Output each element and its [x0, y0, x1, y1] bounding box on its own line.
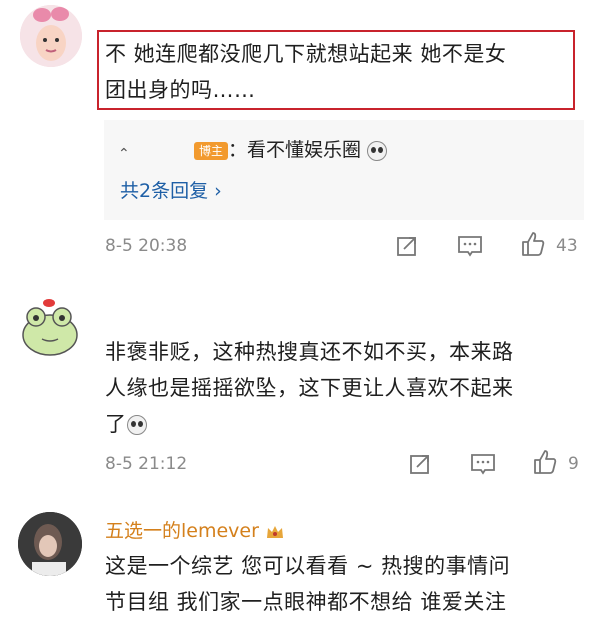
comment-icon[interactable] — [470, 452, 496, 480]
author-badge: 博主 — [194, 141, 229, 160]
comment-text: 这是一个综艺 您可以看看 ~ 热搜的事情问 节目组 我们家一点眼神都不想给 谁爱… — [105, 548, 510, 620]
comment-line: 节目组 我们家一点眼神都不想给 谁爱关注 — [105, 590, 507, 614]
comment-icon[interactable] — [457, 234, 483, 262]
like-count: 43 — [556, 236, 578, 256]
comment-time: 8-5 20:38 — [105, 236, 188, 256]
avatar[interactable] — [18, 295, 82, 359]
emoji-icon — [126, 415, 147, 435]
comment-line: 了 — [105, 406, 514, 442]
avatar[interactable] — [20, 5, 82, 67]
username-text[interactable]: 五选一的lemever — [105, 520, 259, 542]
comment-text: 不 她连爬都没爬几下就想站起来 她不是女 团出身的吗…… — [105, 36, 506, 108]
avatar-image — [20, 5, 82, 67]
avatar-image — [18, 512, 82, 576]
frog-avatar-image — [18, 295, 82, 359]
reply-author-avatar: ⌃ — [118, 146, 130, 162]
comment-line: 非褒非贬，这种热搜真还不如不买，本来路 — [105, 340, 514, 364]
reply-text: ：看不懂娱乐圈 — [228, 139, 362, 161]
share-icon[interactable] — [395, 234, 419, 262]
reply-line: 博主 ：看不懂娱乐圈 — [194, 135, 388, 162]
crown-badge-icon — [265, 523, 285, 541]
comment-line: 不 她连爬都没爬几下就想站起来 她不是女 — [105, 42, 507, 66]
comment-line: 这是一个综艺 您可以看看 ~ 热搜的事情问 — [105, 554, 511, 578]
share-icon[interactable] — [408, 452, 432, 480]
emoji-icon — [367, 140, 388, 161]
username[interactable]: 五选一的lemever — [105, 516, 285, 543]
comment-time: 8-5 21:12 — [105, 454, 188, 474]
reply-preview[interactable]: ⌃ 博主 ：看不懂娱乐圈 共2条回复 › — [104, 120, 584, 220]
comment-line: 团出身的吗…… — [105, 78, 256, 102]
more-replies-link[interactable]: 共2条回复 › — [120, 176, 222, 203]
comment-line: 人缘也是摇摇欲坠，这下更让人喜欢不起来 — [105, 376, 514, 400]
like-count: 9 — [568, 454, 579, 474]
avatar[interactable] — [18, 512, 82, 576]
comment-text: 非褒非贬，这种热搜真还不如不买，本来路 人缘也是摇摇欲坠，这下更让人喜欢不起来 … — [105, 334, 514, 442]
like-icon[interactable] — [532, 449, 558, 479]
like-icon[interactable] — [520, 231, 546, 261]
